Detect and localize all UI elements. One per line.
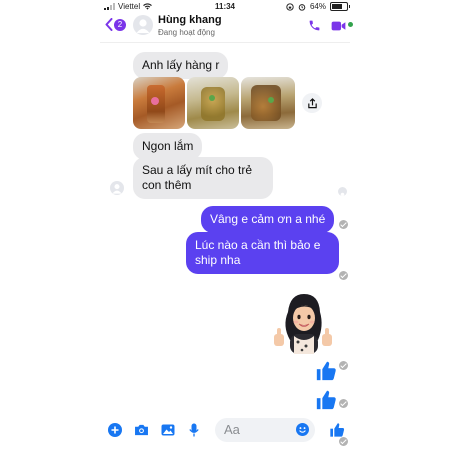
dried-jackfruit-photo-2[interactable] xyxy=(187,77,239,129)
status-bar: Viettel 11:34 64% xyxy=(0,0,450,14)
header-actions xyxy=(308,19,353,32)
chat-header: 2 Hùng khang Đang hoạt động xyxy=(0,14,450,40)
contact-avatar-small[interactable] xyxy=(110,181,124,195)
person-icon xyxy=(340,192,345,196)
sent-check-icon xyxy=(339,220,348,229)
mic-icon[interactable] xyxy=(189,423,199,437)
gallery-icon[interactable] xyxy=(161,424,175,436)
header-divider xyxy=(100,42,350,43)
read-receipt-avatar xyxy=(338,187,347,196)
avatar-sticker[interactable] xyxy=(268,290,338,354)
like-sticker[interactable] xyxy=(315,389,337,416)
online-dot xyxy=(348,21,353,27)
message-input[interactable]: Aa xyxy=(215,418,315,442)
phone-icon[interactable] xyxy=(308,19,321,32)
sent-check-icon xyxy=(339,271,348,280)
clock: 11:34 xyxy=(214,2,236,11)
sent-check-icon xyxy=(339,399,348,408)
thumbs-up-icon xyxy=(316,361,336,381)
person-icon xyxy=(112,184,122,194)
avatar-sticker-icon xyxy=(274,294,332,354)
message-incoming[interactable]: Anh lấy hàng r xyxy=(133,52,229,79)
message-outgoing[interactable]: Vâng e cảm ơn a nhé xyxy=(201,206,335,233)
message-incoming[interactable]: Ngon lắm xyxy=(133,133,203,160)
sent-check-icon xyxy=(339,361,348,370)
back-button[interactable]: 2 xyxy=(105,18,126,31)
camera-icon[interactable] xyxy=(134,424,149,436)
like-sticker[interactable] xyxy=(315,360,337,387)
message-outgoing[interactable]: Lúc nào a cần thì bảo e ship nha xyxy=(186,232,339,274)
message-incoming[interactable]: Sau a lấy mít cho trẻ con thêm xyxy=(133,157,273,199)
dried-jackfruit-photo-3[interactable] xyxy=(241,77,295,129)
battery-icon xyxy=(330,2,350,11)
video-call-button[interactable] xyxy=(331,20,353,32)
lock-rotation-icon xyxy=(286,2,294,11)
video-icon xyxy=(331,21,346,30)
dried-jackfruit-photo-1[interactable] xyxy=(133,77,185,129)
alarm-icon xyxy=(298,3,306,11)
share-button[interactable] xyxy=(302,93,322,113)
emoji-icon[interactable] xyxy=(296,423,309,436)
person-icon xyxy=(136,19,150,33)
plus-icon[interactable] xyxy=(108,423,122,437)
thumbs-up-icon xyxy=(316,390,336,410)
message-input-placeholder: Aa xyxy=(224,422,240,437)
message-composer: Aa xyxy=(100,418,350,448)
battery-percent: 64% xyxy=(309,2,326,11)
chevron-left-icon xyxy=(105,18,113,31)
contact-avatar[interactable] xyxy=(133,15,153,35)
unread-count-badge: 2 xyxy=(114,18,126,31)
share-icon xyxy=(307,97,317,108)
status-right: 64% xyxy=(286,2,350,11)
like-icon[interactable] xyxy=(329,422,345,438)
contact-status: Đang hoạt động xyxy=(158,28,215,37)
contact-name[interactable]: Hùng khang xyxy=(158,14,222,26)
